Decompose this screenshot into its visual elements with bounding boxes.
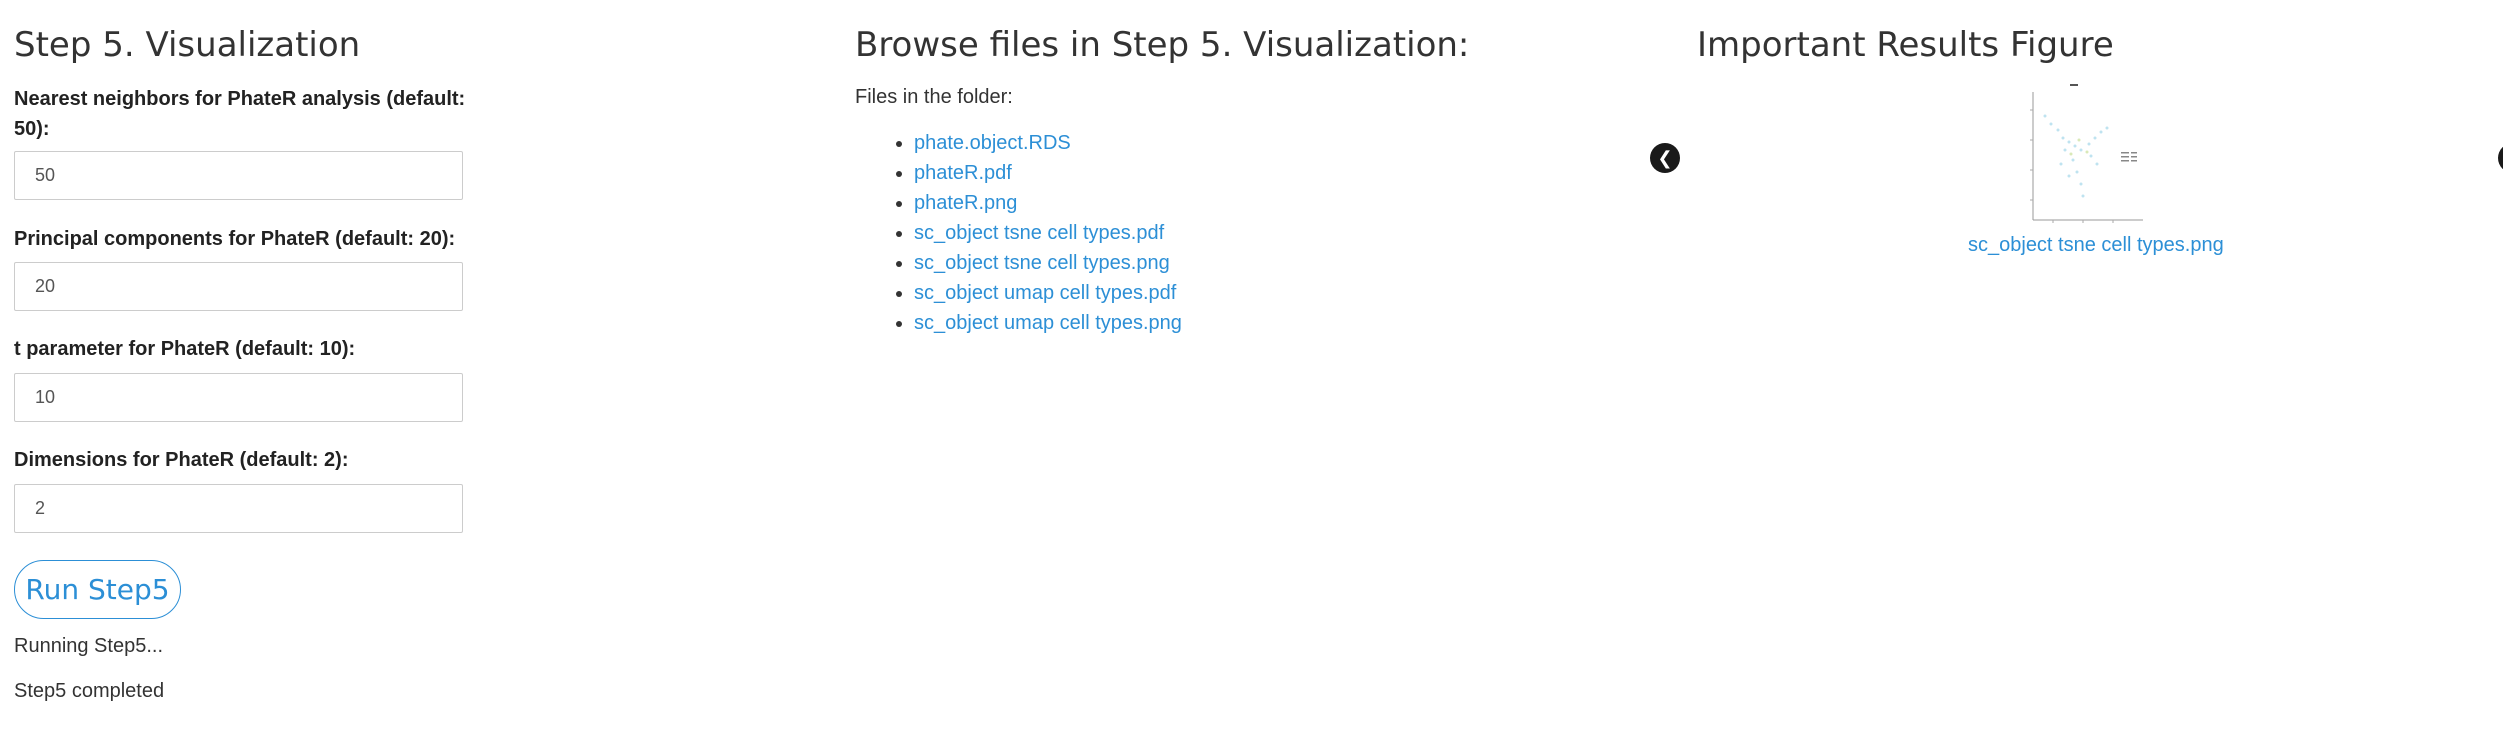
list-item: phate.object.RDS <box>914 128 1182 158</box>
file-link[interactable]: sc_object tsne cell types.png <box>914 252 1170 274</box>
result-thumbnail[interactable] <box>2003 80 2163 230</box>
list-item: phateR.png <box>914 188 1182 218</box>
chevron-right-icon[interactable] <box>2498 143 2503 173</box>
file-link[interactable]: phateR.png <box>914 192 1017 214</box>
t-parameter-label: t parameter for PhateR (default: 10): <box>14 338 356 360</box>
file-link[interactable]: sc_object umap cell types.pdf <box>914 282 1176 304</box>
list-item: sc_object tsne cell types.png <box>914 248 1182 278</box>
file-link[interactable]: sc_object umap cell types.png <box>914 312 1182 334</box>
list-item: phateR.pdf <box>914 158 1182 188</box>
file-link[interactable]: phateR.pdf <box>914 162 1012 184</box>
file-list: phate.object.RDS phateR.pdf phateR.png s… <box>855 128 1182 338</box>
list-item: sc_object umap cell types.pdf <box>914 278 1182 308</box>
list-item: sc_object umap cell types.png <box>914 308 1182 338</box>
dimensions-label: Dimensions for PhateR (default: 2): <box>14 449 349 471</box>
principal-components-label: Principal components for PhateR (default… <box>14 228 456 250</box>
list-item: sc_object tsne cell types.pdf <box>914 218 1182 248</box>
browser-title: Browse files in Step 5. Visualization: <box>855 25 1470 65</box>
results-title: Important Results Figure <box>1697 25 2114 65</box>
principal-components-input[interactable]: 20 <box>14 262 463 311</box>
status-running: Running Step5... <box>14 635 163 657</box>
chevron-left-icon[interactable]: ❮ <box>1650 143 1680 173</box>
result-caption-link[interactable]: sc_object tsne cell types.png <box>1968 234 2224 256</box>
dimensions-input[interactable]: 2 <box>14 484 463 533</box>
step5-title: Step 5. Visualization <box>14 25 361 65</box>
status-completed: Step5 completed <box>14 680 165 702</box>
t-parameter-input[interactable]: 10 <box>14 373 463 422</box>
run-step5-button[interactable]: Run Step5 <box>14 560 181 619</box>
file-link[interactable]: phate.object.RDS <box>914 132 1071 154</box>
file-link[interactable]: sc_object tsne cell types.pdf <box>914 222 1164 244</box>
nearest-neighbors-input[interactable]: 50 <box>14 151 463 200</box>
files-label: Files in the folder: <box>855 86 1013 108</box>
result-caption: sc_object tsne cell types.png <box>1968 234 2224 257</box>
nearest-neighbors-label: Nearest neighbors for PhateR analysis (d… <box>14 88 466 140</box>
